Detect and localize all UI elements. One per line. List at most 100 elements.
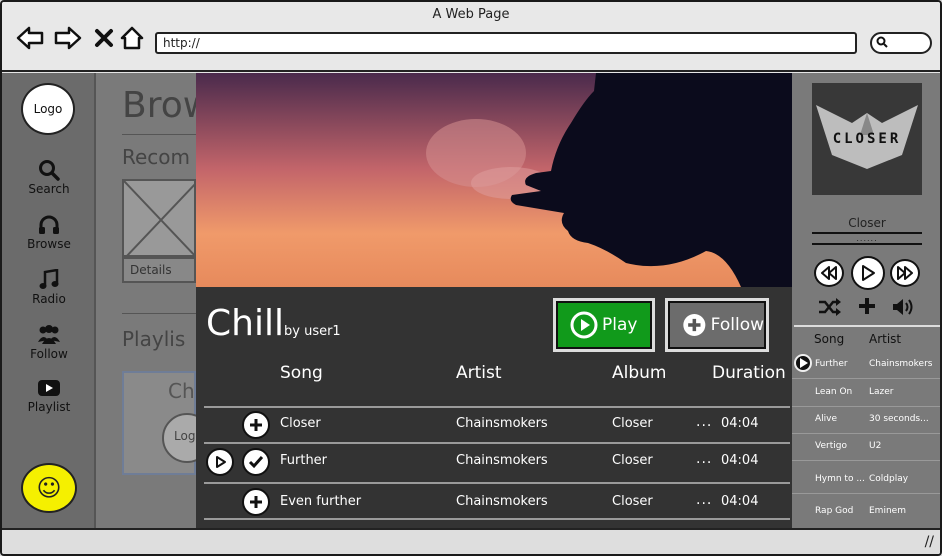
- logo[interactable]: Logo: [21, 83, 75, 135]
- browser-search-input[interactable]: [870, 32, 932, 54]
- queue-row[interactable]: Rap God Eminem: [792, 500, 940, 526]
- table-row[interactable]: Even further Chainsmokers Closer ... 04:…: [204, 482, 790, 520]
- song-duration: 04:04: [721, 494, 759, 509]
- stop-icon[interactable]: [90, 24, 118, 52]
- playlist-card-title: Ch: [168, 379, 195, 403]
- home-icon[interactable]: [118, 24, 146, 52]
- sidebar-item-playlist[interactable]: Playlist: [2, 377, 96, 414]
- song-duration: 04:04: [721, 416, 759, 431]
- check-icon: [248, 456, 264, 469]
- more-options-icon[interactable]: ...: [696, 492, 712, 508]
- divider: [122, 134, 196, 135]
- url-input[interactable]: http://: [155, 32, 857, 54]
- image-placeholder: [122, 179, 196, 257]
- song-title: Further: [280, 453, 328, 468]
- player-panel: CLOSER Closer ...... Song Artist Further…: [792, 73, 940, 531]
- divider: [122, 313, 196, 314]
- play-icon: [216, 456, 226, 468]
- queue-song: Lean On: [815, 387, 853, 397]
- play-button-label: Play: [602, 315, 638, 335]
- playlist-cover-image: [196, 73, 792, 287]
- play-icon: [800, 358, 808, 368]
- song-artist[interactable]: Chainsmokers: [456, 416, 548, 431]
- rewind-button[interactable]: [814, 259, 844, 287]
- queue-song: Vertigo: [815, 441, 847, 451]
- sidebar-item-radio[interactable]: Radio: [2, 269, 96, 306]
- browser-window: A Web Page http:// Logo Search Browse Ra…: [0, 0, 942, 556]
- column-header-album[interactable]: Album: [612, 363, 666, 383]
- status-bar: //: [2, 528, 940, 554]
- queue-artist: U2: [869, 441, 882, 451]
- follow-playlist-button[interactable]: Follow: [665, 298, 769, 352]
- song-album[interactable]: Closer: [612, 416, 653, 431]
- queue-song: Hymn to ...: [815, 474, 865, 484]
- playlist-modal: Chill by user1 Play Follow Song Artist A…: [196, 73, 792, 529]
- queue-row[interactable]: Further Chainsmokers: [792, 353, 940, 379]
- now-playing-indicator: [794, 354, 812, 372]
- back-icon[interactable]: [16, 24, 44, 52]
- song-title: Even further: [280, 494, 362, 509]
- sidebar-item-search[interactable]: Search: [2, 159, 96, 196]
- play-button[interactable]: [851, 256, 885, 290]
- profile-button[interactable]: ☺: [21, 463, 77, 513]
- queue-header-artist: Artist: [869, 332, 902, 346]
- sidebar-item-label: Radio: [32, 292, 66, 306]
- progress-track: [812, 243, 922, 245]
- queue-row[interactable]: Lean On Lazer: [792, 381, 940, 407]
- section-title-recommended: Recom: [122, 145, 191, 169]
- sidebar-item-label: Playlist: [27, 400, 71, 414]
- add-song-button[interactable]: [242, 411, 270, 439]
- browser-toolbar: A Web Page http://: [2, 2, 940, 72]
- table-row[interactable]: Further Chainsmokers Closer ... 04:04: [204, 442, 790, 480]
- column-header-duration[interactable]: Duration: [712, 363, 786, 383]
- smiley-icon: ☺: [36, 474, 62, 502]
- song-duration: 04:04: [721, 453, 759, 468]
- shuffle-icon[interactable]: [818, 297, 842, 317]
- song-album[interactable]: Closer: [612, 494, 653, 509]
- volume-icon[interactable]: [891, 297, 917, 317]
- queue-row[interactable]: Hymn to ... Coldplay: [792, 468, 940, 494]
- section-title-playlists: Playlis: [122, 327, 186, 351]
- headphones-icon: [39, 215, 59, 234]
- now-playing-indicator[interactable]: [206, 448, 234, 476]
- plus-circle-icon: [683, 313, 706, 337]
- play-playlist-button[interactable]: Play: [553, 298, 655, 352]
- progress-dots: ......: [856, 234, 878, 243]
- play-icon: [862, 265, 875, 281]
- fast-forward-icon: [897, 266, 913, 280]
- window-title: A Web Page: [432, 7, 510, 22]
- music-note-icon: [39, 269, 59, 289]
- add-icon[interactable]: [857, 296, 877, 316]
- play-circle-icon: [570, 311, 598, 339]
- forward-icon[interactable]: [54, 24, 82, 52]
- song-added-button[interactable]: [242, 448, 270, 476]
- fast-forward-button[interactable]: [890, 259, 920, 287]
- queue-header-song: Song: [814, 332, 845, 346]
- queue-row[interactable]: Alive 30 seconds...: [792, 408, 940, 434]
- plus-icon: [250, 496, 262, 508]
- table-row[interactable]: Closer Chainsmokers Closer ... 04:04: [204, 406, 790, 442]
- details-button[interactable]: Details: [122, 257, 196, 283]
- sidebar-item-label: Search: [28, 182, 70, 196]
- queue-artist: Lazer: [869, 387, 894, 397]
- song-album[interactable]: Closer: [612, 453, 653, 468]
- sidebar-item-follow[interactable]: Follow: [2, 324, 96, 361]
- more-options-icon[interactable]: ...: [696, 414, 712, 430]
- more-options-icon[interactable]: ...: [696, 451, 712, 467]
- search-icon: [876, 36, 888, 48]
- playlist-card[interactable]: Ch Log: [122, 371, 212, 475]
- resize-grip-icon[interactable]: //: [925, 534, 934, 550]
- song-artist[interactable]: Chainsmokers: [456, 494, 548, 509]
- sidebar-item-label: Follow: [30, 347, 68, 361]
- song-artist[interactable]: Chainsmokers: [456, 453, 548, 468]
- browse-page-dimmed: Brow Recom Details Playlis Ch Log: [98, 73, 212, 531]
- sidebar-item-label: Browse: [27, 237, 71, 251]
- queue-artist: Eminem: [869, 506, 906, 516]
- column-header-song[interactable]: Song: [280, 363, 323, 383]
- sidebar-item-browse[interactable]: Browse: [2, 214, 96, 251]
- queue-song: Alive: [815, 414, 838, 424]
- now-playing-title: Closer: [848, 216, 886, 230]
- add-song-button[interactable]: [242, 488, 270, 516]
- queue-row[interactable]: Vertigo U2: [792, 435, 940, 461]
- column-header-artist[interactable]: Artist: [456, 363, 502, 383]
